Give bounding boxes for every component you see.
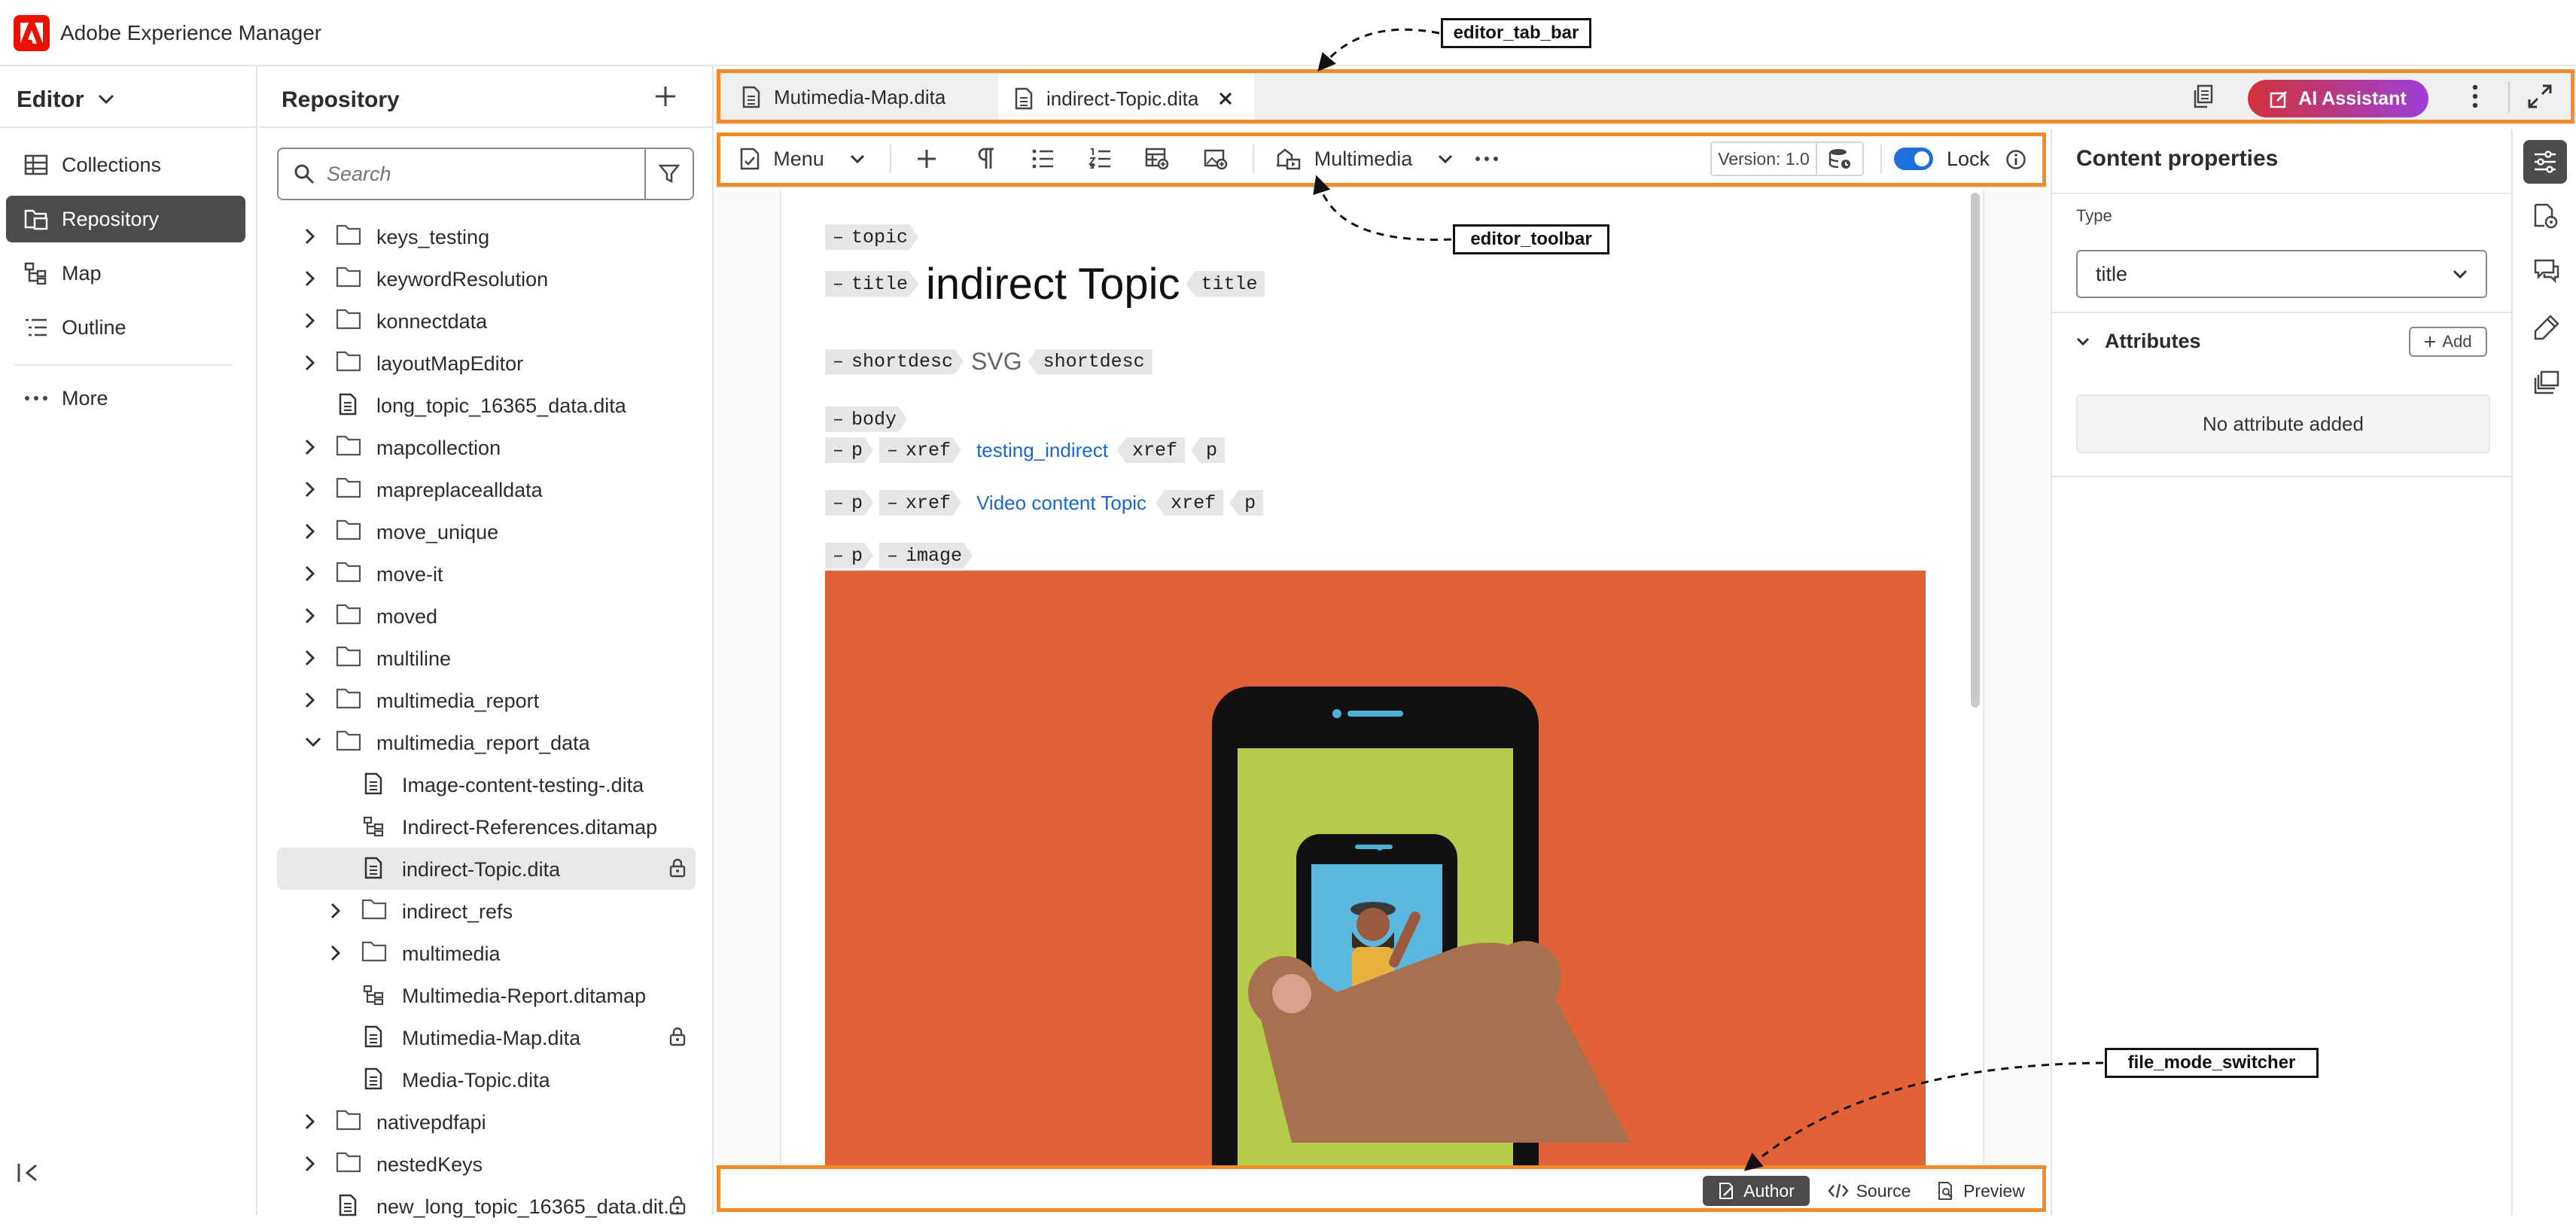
- callout-label: editor_toolbar: [1470, 229, 1592, 249]
- annotation-arrows: [1313, 28, 2104, 1171]
- switcher-arrow: [1743, 1061, 2104, 1171]
- file-mode-switcher-callout: file_mode_switcher: [2105, 1048, 2319, 1078]
- tab-bar-arrow: [1317, 28, 1440, 72]
- editor-tab-bar-callout: editor_tab_bar: [1441, 18, 1591, 48]
- callout-label: editor_tab_bar: [1453, 23, 1579, 43]
- editor-toolbar-callout: editor_toolbar: [1453, 224, 1609, 254]
- callout-label: file_mode_switcher: [2127, 1052, 2296, 1073]
- toolbar-arrow: [1313, 175, 1452, 241]
